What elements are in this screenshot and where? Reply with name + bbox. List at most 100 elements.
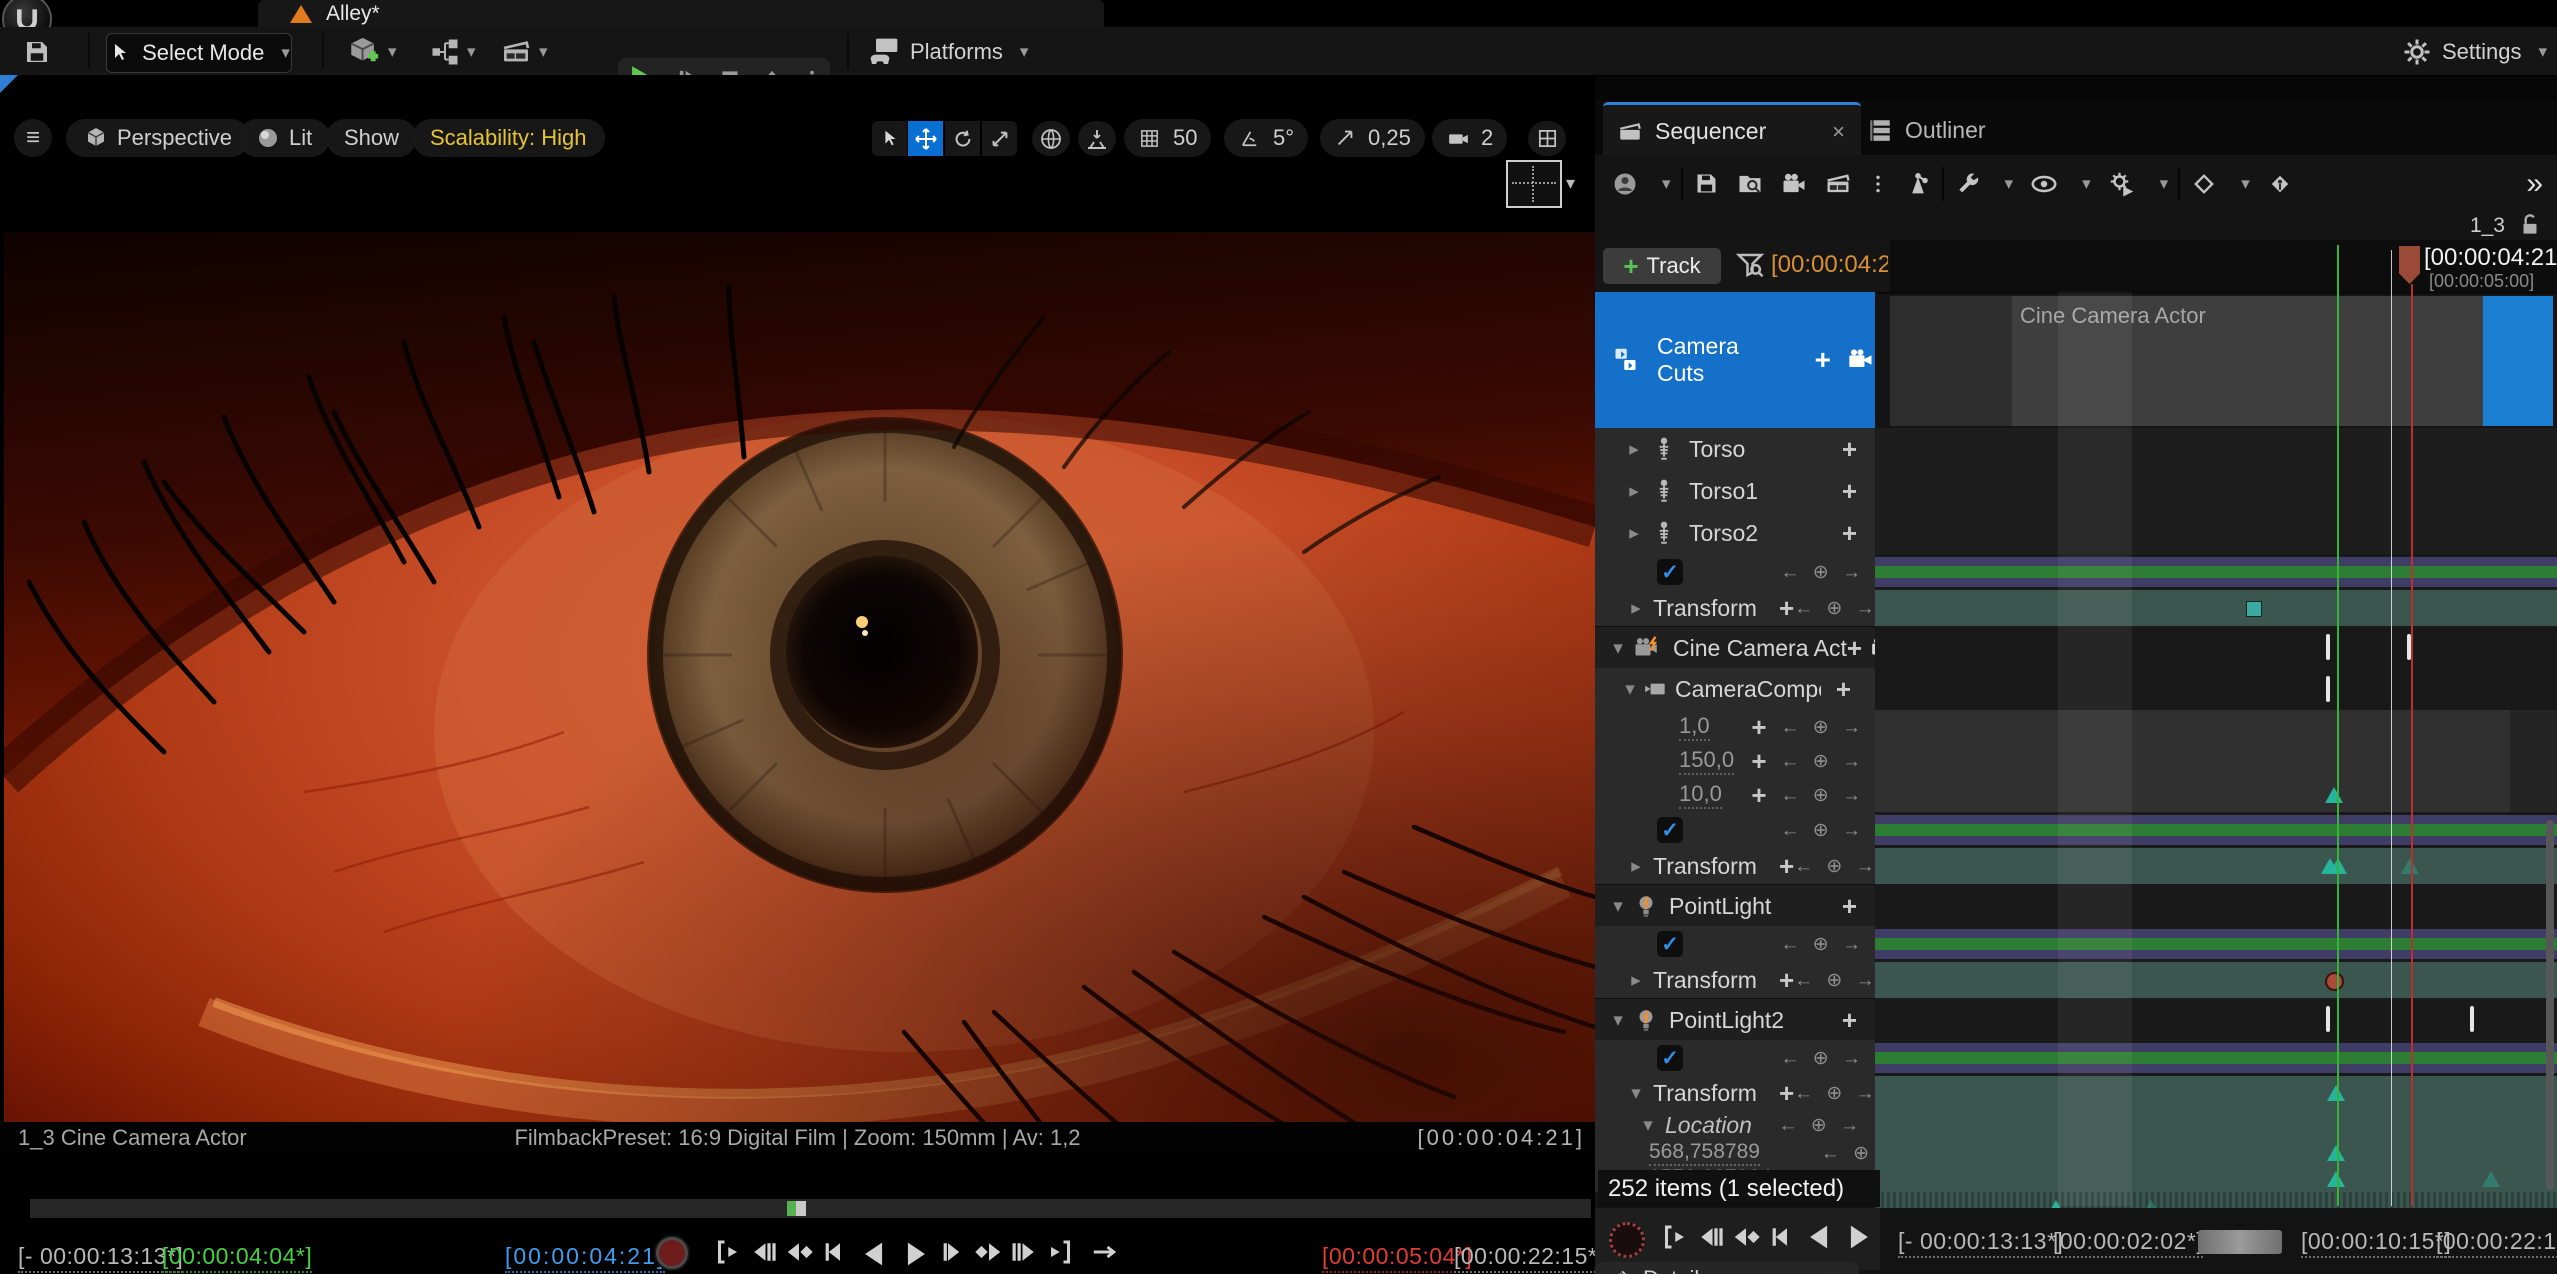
- add-key-icon[interactable]: +: [1779, 965, 1794, 996]
- keyframe-marker[interactable]: [2482, 1171, 2500, 1187]
- expander-icon[interactable]: ▾: [1621, 678, 1639, 701]
- add-section-icon[interactable]: +: [1842, 476, 1857, 507]
- keyframe-nav[interactable]: ← ⊕ →: [1794, 597, 1878, 620]
- expander-icon[interactable]: ▸: [1625, 522, 1643, 545]
- step-forward-icon[interactable]: [938, 1237, 970, 1269]
- keyframe-nav[interactable]: ← ⊕ →: [1779, 1114, 1863, 1137]
- keyframe-nav[interactable]: ← ⊕ →: [1781, 1047, 1865, 1070]
- track-row-cameracomponent[interactable]: ▾ CameraComponent +: [1595, 668, 1875, 711]
- track-row-bool-10[interactable]: ✓ ← ⊕ →: [1595, 812, 1875, 849]
- keyframe-nav[interactable]: ← ⊕ →: [1781, 933, 1865, 956]
- timeline-lane-3[interactable]: [1875, 554, 2557, 591]
- track-row-1-0[interactable]: 1,0 + ← ⊕ →: [1595, 710, 1875, 745]
- track-active-checkbox[interactable]: ✓: [1657, 931, 1683, 957]
- timeline-lane-6[interactable]: [1875, 668, 2557, 711]
- track-filter-icon[interactable]: [1735, 250, 1765, 280]
- keyframe-marker[interactable]: [2325, 787, 2343, 803]
- timeline-ruler[interactable]: [00:00:04:21] [00:00:05:00] [00:00: [1890, 240, 2557, 292]
- timeline-lane-2[interactable]: [1875, 512, 2557, 555]
- track-row-150-0[interactable]: 150,0 + ← ⊕ →: [1595, 744, 1875, 779]
- timeline-lane-9[interactable]: [1875, 778, 2557, 813]
- channel-value[interactable]: 1,0: [1679, 713, 1710, 741]
- add-section-icon[interactable]: +: [1842, 518, 1857, 549]
- sequencer-vertical-scrollbar[interactable]: [2546, 820, 2554, 1190]
- cinematics-dropdown[interactable]: ▾: [500, 33, 548, 71]
- track-row-bool-16[interactable]: ✓ ← ⊕ →: [1595, 1040, 1875, 1077]
- bool-track-bar[interactable]: [1875, 1043, 2557, 1073]
- chevron-down-icon[interactable]: ▾: [2241, 174, 2250, 194]
- timeline-lane-12[interactable]: [1875, 884, 2557, 927]
- keyframe-nav[interactable]: ← ⊕ →: [1781, 716, 1865, 739]
- select-mode-dropdown[interactable]: Select Mode ▾: [106, 33, 292, 73]
- expander-icon[interactable]: ▾: [1609, 1009, 1627, 1032]
- timeline-lane-0[interactable]: [1875, 428, 2557, 471]
- timeline-lane-19[interactable]: [1875, 1140, 2557, 1167]
- keyframe-marker[interactable]: [2246, 601, 2262, 617]
- previous-frame-icon[interactable]: [748, 1237, 780, 1269]
- track-row-transform[interactable]: ▸ Transform + ← ⊕ →: [1595, 590, 1875, 627]
- timeline-lane-1[interactable]: [1875, 470, 2557, 513]
- chevron-down-icon[interactable]: ▾: [1662, 174, 1671, 194]
- keyframe-marker[interactable]: [2327, 1145, 2345, 1161]
- track-active-checkbox[interactable]: ✓: [1657, 559, 1683, 585]
- keyframe-marker[interactable]: [2401, 858, 2419, 874]
- platforms-dropdown[interactable]: Platforms ▾: [868, 33, 1028, 71]
- track-active-checkbox[interactable]: ✓: [1657, 1045, 1683, 1071]
- chevron-down-icon[interactable]: ▾: [1566, 173, 1575, 194]
- range-start-field[interactable]: [- 00:00:13:13*]: [18, 1243, 183, 1273]
- camera-cuts-lane[interactable]: Cine Camera Actor: [1875, 292, 2557, 432]
- keyframe-marker[interactable]: [2326, 676, 2330, 702]
- level-viewport[interactable]: ≡ Perspective Lit Show Scalability: High: [0, 75, 1595, 1274]
- expander-icon[interactable]: ▸: [1627, 597, 1645, 620]
- track-row-torso1[interactable]: ▸ Torso1 +: [1595, 470, 1875, 513]
- sequence-hierarchy-icon[interactable]: [1904, 170, 1932, 198]
- loop-mode-icon[interactable]: [1090, 1237, 1122, 1269]
- expander-icon[interactable]: ▸: [1625, 480, 1643, 503]
- add-key-icon[interactable]: +: [1751, 712, 1766, 743]
- scalability-warning[interactable]: Scalability: High: [412, 119, 605, 157]
- timeline-lane-8[interactable]: [1875, 744, 2557, 779]
- timeline-lane-5[interactable]: [1875, 626, 2557, 669]
- keyframe-nav[interactable]: ← ⊕ →: [1781, 784, 1865, 807]
- add-section-icon[interactable]: +: [1842, 434, 1857, 465]
- play-forward-icon[interactable]: [898, 1237, 930, 1269]
- channel-value[interactable]: 10,0: [1679, 781, 1722, 809]
- level-tab[interactable]: Alley*: [258, 0, 1104, 27]
- track-row-location[interactable]: ▾ Location ← ⊕ →: [1595, 1110, 1875, 1141]
- add-key-icon[interactable]: +: [1751, 780, 1766, 811]
- playback-end-field[interactable]: [00:00:05:04*]: [1322, 1243, 1472, 1273]
- play-forward-icon[interactable]: [1841, 1220, 1873, 1252]
- add-key-icon[interactable]: +: [1779, 1078, 1794, 1109]
- keyframe-nav[interactable]: ← ⊕ →: [1794, 1082, 1878, 1105]
- keyframe-nav[interactable]: ← ⊕ →: [1781, 750, 1865, 773]
- quad-view-button[interactable]: [1528, 121, 1566, 156]
- keyframe-marker[interactable]: [2326, 1006, 2330, 1032]
- timeline-lane-16[interactable]: [1875, 1040, 2557, 1077]
- jump-to-end-icon[interactable]: [1046, 1237, 1078, 1269]
- move-tool-button[interactable]: [908, 121, 943, 156]
- world-override-icon[interactable]: [1611, 170, 1639, 198]
- keyframe-nav[interactable]: ← ⊕ →: [1794, 855, 1878, 878]
- jump-to-front-icon[interactable]: [1659, 1222, 1691, 1254]
- keyframe-marker[interactable]: [2325, 972, 2344, 991]
- camera-cuts-section-pre[interactable]: [1890, 296, 2014, 426]
- expander-icon[interactable]: ▸: [1627, 969, 1645, 992]
- show-dropdown[interactable]: Show: [326, 119, 417, 157]
- lock-open-icon[interactable]: [2517, 212, 2543, 238]
- create-camera-icon[interactable]: [1780, 170, 1808, 198]
- chevron-down-icon[interactable]: ▾: [2005, 174, 2014, 194]
- timeline-lane-14[interactable]: [1875, 962, 2557, 999]
- settings-dropdown[interactable]: Settings ▾: [2402, 33, 2547, 71]
- timeline-lane-11[interactable]: [1875, 848, 2557, 885]
- timeline-lane-10[interactable]: [1875, 812, 2557, 849]
- timeline-lane-15[interactable]: [1875, 998, 2557, 1041]
- track-row-pointlight[interactable]: ▾ PointLight +: [1595, 884, 1875, 928]
- play-reverse-icon[interactable]: [1803, 1220, 1835, 1252]
- timeline-lane-13[interactable]: [1875, 926, 2557, 963]
- seq-range-start-field[interactable]: [- 00:00:13:13*]: [1898, 1228, 2063, 1258]
- add-actor-dropdown[interactable]: ▾: [347, 33, 397, 71]
- keyframe-nav[interactable]: ← ⊕ →: [1794, 969, 1878, 992]
- scrubber-playhead[interactable]: [787, 1201, 796, 1216]
- select-tool-button[interactable]: [872, 121, 907, 156]
- expander-icon[interactable]: ▸: [1627, 855, 1645, 878]
